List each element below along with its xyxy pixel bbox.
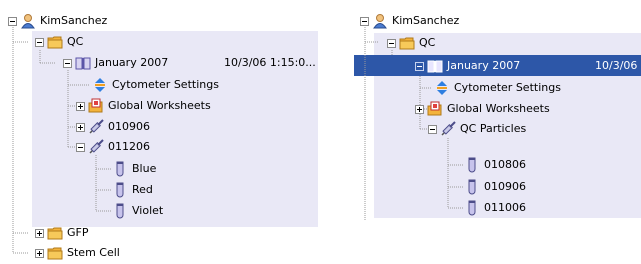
tree-node-folder-qc[interactable]: QC bbox=[387, 33, 435, 53]
folder-icon bbox=[399, 35, 415, 51]
tube-icon bbox=[112, 182, 128, 198]
collapse-icon[interactable] bbox=[63, 58, 72, 68]
tree-node-specimen-011206[interactable]: 011206 bbox=[76, 137, 150, 157]
tree-node-label: KimSanchez bbox=[40, 14, 108, 27]
tube-icon bbox=[464, 200, 480, 216]
tree-node-folder-stem-cell[interactable]: Stem Cell bbox=[35, 243, 120, 263]
tube-icon bbox=[464, 179, 480, 195]
tree-node-label: Violet bbox=[132, 204, 164, 217]
tree-node-user[interactable]: KimSanchez bbox=[360, 11, 459, 31]
expand-icon[interactable] bbox=[76, 101, 85, 111]
tube-icon bbox=[112, 161, 128, 177]
collapse-icon[interactable] bbox=[35, 37, 44, 47]
worksheets-icon bbox=[427, 101, 443, 117]
tree-node-folder-qc[interactable]: QC bbox=[35, 32, 83, 52]
folder-icon bbox=[47, 225, 63, 241]
collapse-icon[interactable] bbox=[428, 124, 437, 134]
tree-node-tube-010906[interactable]: 010906 bbox=[464, 177, 526, 197]
user-icon bbox=[20, 13, 36, 29]
tree-node-label: Global Worksheets bbox=[447, 102, 550, 115]
tube-icon bbox=[112, 203, 128, 219]
worksheets-icon bbox=[88, 98, 104, 114]
expand-icon[interactable] bbox=[35, 228, 44, 238]
tree-node-label: 011206 bbox=[108, 140, 150, 153]
left-tree-panel: KimSanchez QC January 2007 10/3/06 1:15:… bbox=[0, 0, 320, 263]
tree-node-folder-gfp[interactable]: GFP bbox=[35, 223, 88, 243]
tree-node-label: Cytometer Settings bbox=[112, 78, 219, 91]
tree-node-label: GFP bbox=[67, 226, 89, 239]
tree-node-label: KimSanchez bbox=[392, 14, 460, 27]
experiment-date: 10/3/06 1:15:0... bbox=[224, 56, 316, 69]
collapse-icon[interactable] bbox=[360, 16, 369, 26]
tree-node-experiment[interactable]: January 2007 10/3/06 1:15:0... bbox=[63, 53, 316, 73]
tree-node-cytometer-settings[interactable]: Cytometer Settings bbox=[434, 78, 561, 98]
settings-icon bbox=[92, 77, 108, 93]
tree-node-global-worksheets[interactable]: Global Worksheets bbox=[76, 96, 211, 116]
collapse-icon[interactable] bbox=[76, 142, 85, 152]
tree-node-cytometer-settings[interactable]: Cytometer Settings bbox=[92, 75, 219, 95]
tree-node-label: 010906 bbox=[484, 180, 526, 193]
tree-node-tube-red[interactable]: Red bbox=[112, 180, 153, 200]
expand-icon[interactable] bbox=[76, 122, 85, 132]
tree-node-label: 011006 bbox=[484, 201, 526, 214]
expand-icon[interactable] bbox=[415, 104, 424, 114]
syringe-icon bbox=[440, 121, 456, 137]
settings-icon bbox=[434, 80, 450, 96]
tree-node-label: Red bbox=[132, 183, 153, 196]
tree-node-specimen-qc-particles[interactable]: QC Particles bbox=[428, 119, 526, 139]
tree-node-label: 010906 bbox=[108, 120, 150, 133]
tree-node-label: Stem Cell bbox=[67, 246, 120, 259]
tree-node-label: Cytometer Settings bbox=[454, 81, 561, 94]
syringe-icon bbox=[88, 139, 104, 155]
tube-icon bbox=[464, 157, 480, 173]
tree-node-global-worksheets[interactable]: Global Worksheets bbox=[415, 99, 550, 119]
tree-node-tube-010806[interactable]: 010806 bbox=[464, 155, 526, 175]
experiment-name: January 2007 bbox=[447, 59, 521, 72]
tree-node-specimen-010906[interactable]: 010906 bbox=[76, 117, 150, 137]
folder-icon bbox=[47, 245, 63, 261]
user-icon bbox=[372, 13, 388, 29]
experiment-date: 10/3/06 bbox=[595, 59, 638, 72]
book-icon bbox=[75, 55, 91, 71]
syringe-icon bbox=[88, 119, 104, 135]
tree-node-tube-011006[interactable]: 011006 bbox=[464, 198, 526, 218]
tree-node-tube-violet[interactable]: Violet bbox=[112, 201, 163, 221]
right-tree-panel: KimSanchez QC January 2007 10/3/06 Cytom… bbox=[352, 0, 641, 263]
collapse-icon[interactable] bbox=[415, 61, 424, 71]
folder-icon bbox=[47, 34, 63, 50]
tree-node-label: Blue bbox=[132, 162, 157, 175]
tree-node-tube-blue[interactable]: Blue bbox=[112, 159, 156, 179]
tree-node-label: QC bbox=[419, 36, 436, 49]
collapse-icon[interactable] bbox=[387, 38, 396, 48]
tree-node-label: 010806 bbox=[484, 158, 526, 171]
tree-node-experiment-selected[interactable]: January 2007 10/3/06 bbox=[415, 56, 639, 76]
book-icon bbox=[427, 58, 443, 74]
tree-node-label: Global Worksheets bbox=[108, 99, 211, 112]
tree-node-user[interactable]: KimSanchez bbox=[8, 11, 107, 31]
experiment-name: January 2007 bbox=[95, 56, 169, 69]
tree-node-label: QC Particles bbox=[460, 122, 527, 135]
collapse-icon[interactable] bbox=[8, 16, 17, 26]
tree-node-label: QC bbox=[67, 35, 84, 48]
expand-icon[interactable] bbox=[35, 248, 44, 258]
